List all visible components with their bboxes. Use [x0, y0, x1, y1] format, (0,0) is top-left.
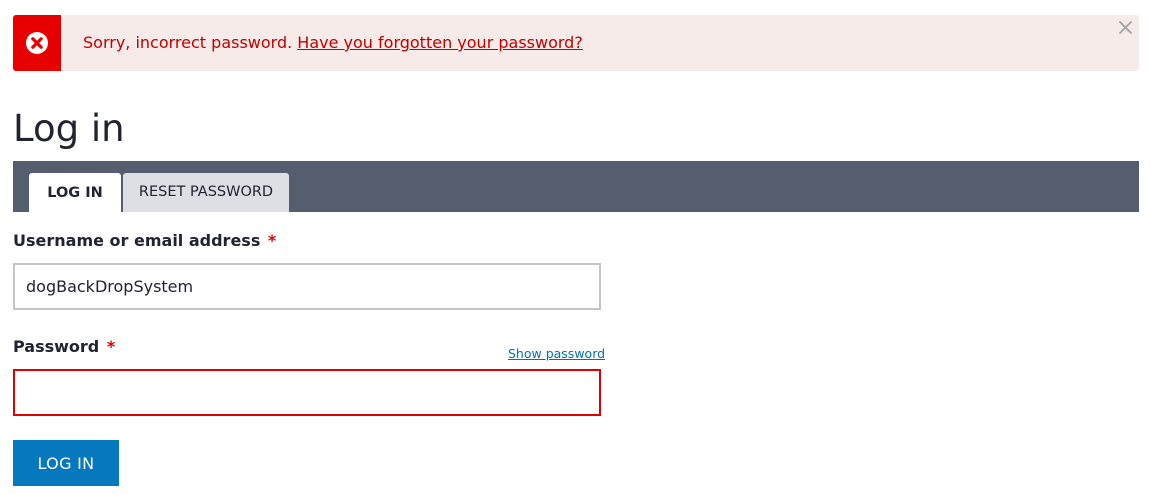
required-marker: * — [267, 231, 277, 250]
username-label: Username or email address * — [13, 231, 276, 250]
log-in-button[interactable]: LOG IN — [13, 440, 119, 486]
login-page: Sorry, incorrect password. Have you forg… — [0, 0, 1150, 495]
error-message: Sorry, incorrect password. Have you forg… — [13, 15, 1139, 71]
password-label-text: Password — [13, 337, 100, 356]
close-icon — [1118, 19, 1132, 38]
show-password-link[interactable]: Show password — [508, 346, 605, 361]
error-message-text: Sorry, incorrect password. Have you forg… — [83, 15, 583, 71]
tab-log-in[interactable]: LOG IN — [29, 173, 121, 212]
close-message-button[interactable] — [1115, 18, 1135, 38]
password-label: Password * — [13, 337, 115, 356]
required-marker: * — [106, 337, 116, 356]
password-input[interactable] — [13, 369, 601, 416]
username-label-text: Username or email address — [13, 231, 261, 250]
page-title: Log in — [13, 107, 125, 150]
error-message-label: Sorry, incorrect password. — [83, 33, 293, 52]
error-x-circle-icon — [25, 31, 49, 55]
username-input[interactable] — [13, 263, 601, 310]
forgot-password-link[interactable]: Have you forgotten your password? — [297, 33, 583, 52]
tab-reset-password[interactable]: RESET PASSWORD — [123, 173, 289, 212]
error-icon-strip — [13, 15, 61, 71]
tabs-bar: LOG IN RESET PASSWORD — [13, 161, 1139, 212]
